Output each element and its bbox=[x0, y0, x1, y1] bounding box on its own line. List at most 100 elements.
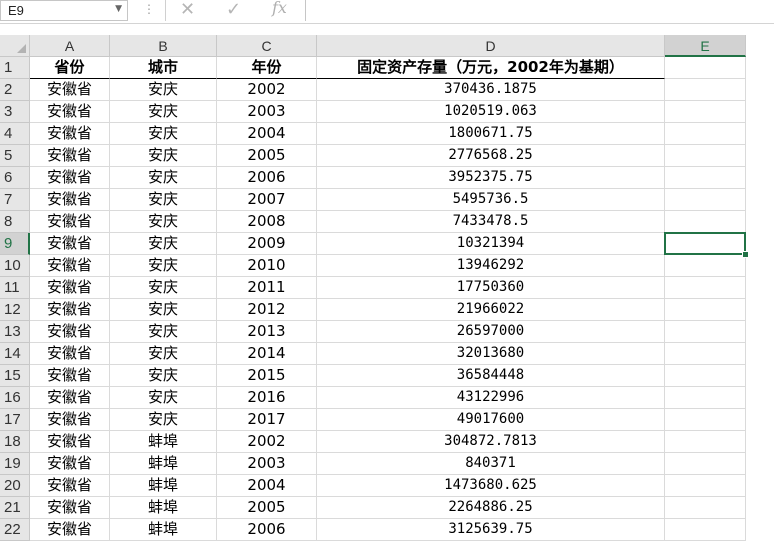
cancel-icon[interactable]: ✕ bbox=[180, 0, 195, 20]
cell-a11[interactable]: 安徽省 bbox=[30, 277, 110, 299]
cell-a16[interactable]: 安徽省 bbox=[30, 387, 110, 409]
row-header-12[interactable]: 12 bbox=[0, 299, 30, 321]
cell-c9[interactable]: 2009 bbox=[217, 233, 317, 255]
column-header-b[interactable]: B bbox=[110, 35, 217, 57]
cell-c15[interactable]: 2015 bbox=[217, 365, 317, 387]
cell-b21[interactable]: 蚌埠 bbox=[110, 497, 217, 519]
row-header-19[interactable]: 19 bbox=[0, 453, 30, 475]
cell-b17[interactable]: 安庆 bbox=[110, 409, 217, 431]
cell-e12[interactable] bbox=[665, 299, 746, 321]
cell-e18[interactable] bbox=[665, 431, 746, 453]
cell-a3[interactable]: 安徽省 bbox=[30, 101, 110, 123]
column-header-a[interactable]: A bbox=[30, 35, 110, 57]
cell-d12[interactable]: 21966022 bbox=[317, 299, 665, 321]
cell-a19[interactable]: 安徽省 bbox=[30, 453, 110, 475]
cell-b14[interactable]: 安庆 bbox=[110, 343, 217, 365]
column-header-e[interactable]: E bbox=[665, 35, 746, 57]
row-header-15[interactable]: 15 bbox=[0, 365, 30, 387]
cell-b11[interactable]: 安庆 bbox=[110, 277, 217, 299]
cell-e17[interactable] bbox=[665, 409, 746, 431]
cell-e21[interactable] bbox=[665, 497, 746, 519]
cell-d11[interactable]: 17750360 bbox=[317, 277, 665, 299]
cell-a22[interactable]: 安徽省 bbox=[30, 519, 110, 541]
row-header-2[interactable]: 2 bbox=[0, 79, 30, 101]
cell-d20[interactable]: 1473680.625 bbox=[317, 475, 665, 497]
cell-a21[interactable]: 安徽省 bbox=[30, 497, 110, 519]
row-header-14[interactable]: 14 bbox=[0, 343, 30, 365]
cell-b15[interactable]: 安庆 bbox=[110, 365, 217, 387]
cell-c12[interactable]: 2012 bbox=[217, 299, 317, 321]
cell-c1[interactable]: 年份 bbox=[217, 57, 317, 79]
cell-b7[interactable]: 安庆 bbox=[110, 189, 217, 211]
cell-b16[interactable]: 安庆 bbox=[110, 387, 217, 409]
row-header-22[interactable]: 22 bbox=[0, 519, 30, 541]
cell-b19[interactable]: 蚌埠 bbox=[110, 453, 217, 475]
cell-a20[interactable]: 安徽省 bbox=[30, 475, 110, 497]
cell-e20[interactable] bbox=[665, 475, 746, 497]
row-header-3[interactable]: 3 bbox=[0, 101, 30, 123]
cell-c20[interactable]: 2004 bbox=[217, 475, 317, 497]
cell-d19[interactable]: 840371 bbox=[317, 453, 665, 475]
cell-b5[interactable]: 安庆 bbox=[110, 145, 217, 167]
cell-d18[interactable]: 304872.7813 bbox=[317, 431, 665, 453]
column-header-c[interactable]: C bbox=[217, 35, 317, 57]
cell-d15[interactable]: 36584448 bbox=[317, 365, 665, 387]
cell-b10[interactable]: 安庆 bbox=[110, 255, 217, 277]
cell-d8[interactable]: 7433478.5 bbox=[317, 211, 665, 233]
cell-d1[interactable]: 固定资产存量（万元，2002年为基期） bbox=[317, 57, 665, 79]
cell-d9[interactable]: 10321394 bbox=[317, 233, 665, 255]
cell-d14[interactable]: 32013680 bbox=[317, 343, 665, 365]
cell-c10[interactable]: 2010 bbox=[217, 255, 317, 277]
enter-icon[interactable]: ✓ bbox=[226, 0, 241, 20]
cell-c6[interactable]: 2006 bbox=[217, 167, 317, 189]
cell-d7[interactable]: 5495736.5 bbox=[317, 189, 665, 211]
cell-b22[interactable]: 蚌埠 bbox=[110, 519, 217, 541]
cell-a18[interactable]: 安徽省 bbox=[30, 431, 110, 453]
cell-d5[interactable]: 2776568.25 bbox=[317, 145, 665, 167]
row-header-6[interactable]: 6 bbox=[0, 167, 30, 189]
cell-d6[interactable]: 3952375.75 bbox=[317, 167, 665, 189]
cell-b18[interactable]: 蚌埠 bbox=[110, 431, 217, 453]
row-header-9[interactable]: 9 bbox=[0, 233, 30, 255]
cell-c13[interactable]: 2013 bbox=[217, 321, 317, 343]
row-header-11[interactable]: 11 bbox=[0, 277, 30, 299]
cell-a13[interactable]: 安徽省 bbox=[30, 321, 110, 343]
cell-a5[interactable]: 安徽省 bbox=[30, 145, 110, 167]
cell-e14[interactable] bbox=[665, 343, 746, 365]
cell-e5[interactable] bbox=[665, 145, 746, 167]
cell-e7[interactable] bbox=[665, 189, 746, 211]
row-header-16[interactable]: 16 bbox=[0, 387, 30, 409]
cell-d13[interactable]: 26597000 bbox=[317, 321, 665, 343]
formula-input[interactable] bbox=[305, 0, 774, 21]
row-header-13[interactable]: 13 bbox=[0, 321, 30, 343]
cell-e1[interactable] bbox=[665, 57, 746, 79]
cell-a8[interactable]: 安徽省 bbox=[30, 211, 110, 233]
cell-d2[interactable]: 370436.1875 bbox=[317, 79, 665, 101]
cell-d21[interactable]: 2264886.25 bbox=[317, 497, 665, 519]
chevron-down-icon[interactable]: ▼ bbox=[115, 4, 122, 14]
cell-a12[interactable]: 安徽省 bbox=[30, 299, 110, 321]
cell-b3[interactable]: 安庆 bbox=[110, 101, 217, 123]
cell-b8[interactable]: 安庆 bbox=[110, 211, 217, 233]
cell-d4[interactable]: 1800671.75 bbox=[317, 123, 665, 145]
row-header-7[interactable]: 7 bbox=[0, 189, 30, 211]
cell-b12[interactable]: 安庆 bbox=[110, 299, 217, 321]
cell-e8[interactable] bbox=[665, 211, 746, 233]
cell-c5[interactable]: 2005 bbox=[217, 145, 317, 167]
cell-e10[interactable] bbox=[665, 255, 746, 277]
more-options-icon[interactable]: ⋮ bbox=[143, 2, 155, 16]
cell-e19[interactable] bbox=[665, 453, 746, 475]
cell-c19[interactable]: 2003 bbox=[217, 453, 317, 475]
cell-b13[interactable]: 安庆 bbox=[110, 321, 217, 343]
cell-c14[interactable]: 2014 bbox=[217, 343, 317, 365]
cell-a2[interactable]: 安徽省 bbox=[30, 79, 110, 101]
select-all-corner[interactable] bbox=[0, 35, 30, 57]
cell-e11[interactable] bbox=[665, 277, 746, 299]
cell-c4[interactable]: 2004 bbox=[217, 123, 317, 145]
cell-e22[interactable] bbox=[665, 519, 746, 541]
row-header-10[interactable]: 10 bbox=[0, 255, 30, 277]
cell-d22[interactable]: 3125639.75 bbox=[317, 519, 665, 541]
cell-a1[interactable]: 省份 bbox=[30, 57, 110, 79]
cell-e3[interactable] bbox=[665, 101, 746, 123]
cell-a10[interactable]: 安徽省 bbox=[30, 255, 110, 277]
